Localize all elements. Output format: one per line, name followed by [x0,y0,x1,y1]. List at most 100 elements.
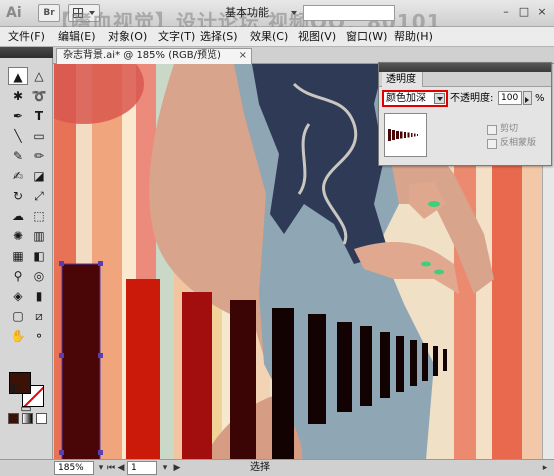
selection-handle [98,450,103,455]
toolbox: ▲ △ ✱ ➰ ✒ T ╲ ▭ ✎ ✏ ✍ ◪ ↻ ⤢ ☁ ⬚ ✺ ▥ ▦ ◧ … [0,47,53,460]
opacity-label: 不透明度: [450,93,494,104]
scale-tool-icon[interactable]: ⤢ [29,187,49,205]
menu-select[interactable]: 选择(S) [200,29,238,45]
title-bar: Ai Br 【嗜血视觉】设计论坛 视频QQ：80101 基本功能 – □ × [0,0,554,34]
restore-button[interactable]: □ [516,6,532,20]
workspace-switcher[interactable]: 基本功能 [225,4,297,22]
menu-edit[interactable]: 编辑(E) [58,29,96,45]
rectangle-tool-icon[interactable]: ▭ [29,127,49,145]
object-thumbnail[interactable] [384,113,427,157]
thumbnail-preview [388,129,418,141]
menu-view[interactable]: 视图(V) [298,29,336,45]
workspace-label: 基本功能 [225,6,269,19]
blend-mode-dropdown[interactable]: 颜色加深 [382,90,448,107]
bar-13 [433,346,438,376]
paintbrush-icon[interactable]: ✎ [8,147,28,165]
blend-mode-value: 颜色加深 [386,93,426,104]
column-graph-icon[interactable]: ▮ [29,287,49,305]
zoom-level-input[interactable]: 185% [54,461,94,475]
panel-header[interactable] [379,63,551,72]
mesh-tool-icon[interactable]: ▦ [8,247,28,265]
symbol-sprayer-icon[interactable]: ✺ [8,227,28,245]
warp-tool-icon[interactable]: ☁ [8,207,28,225]
toolbox-grip[interactable] [0,47,53,58]
pen-tool-icon[interactable]: ✒ [8,107,28,125]
bar-4 [230,300,256,460]
blob-brush-icon[interactable]: ✍ [8,167,28,185]
ai-logo: Ai [6,5,22,21]
menu-object[interactable]: 对象(O) [108,29,147,45]
hand-tool-icon[interactable]: ✋ [8,327,28,345]
eraser-icon[interactable]: ◪ [29,167,49,185]
minimize-button[interactable]: – [498,6,514,20]
tab-transparency[interactable]: 透明度 [382,72,423,87]
rotate-tool-icon[interactable]: ↻ [8,187,28,205]
opacity-input[interactable]: 100 [498,91,522,105]
zoom-dropdown-icon[interactable]: ▾ [96,462,106,474]
screen-mode-icon[interactable]: ▭ [16,399,36,417]
bar-10 [396,336,404,392]
opacity-slider-button[interactable] [523,91,532,105]
clip-label: 剪切 [500,124,519,134]
eyedropper-icon[interactable]: ⚲ [8,267,28,285]
invert-mask-checkbox[interactable] [487,139,497,149]
artboard-tool-icon[interactable]: ▢ [8,307,28,325]
direct-selection-tool-icon[interactable]: △ [29,67,49,85]
bar-7 [337,322,352,412]
first-page-icon[interactable]: ⏮ [106,462,116,474]
opacity-unit: % [535,93,545,104]
selection-handle [59,450,64,455]
graph-tool-icon[interactable]: ▥ [29,227,49,245]
page-dropdown-icon[interactable]: ▾ [160,462,170,474]
document-tab-title: 杂志背景.ai* @ 185% (RGB/预览) [63,50,221,61]
close-tab-icon[interactable]: × [239,49,247,63]
status-tool-text: 选择 [250,462,270,473]
free-transform-icon[interactable]: ⬚ [29,207,49,225]
bar-2 [126,279,160,460]
bar-14 [443,349,447,371]
status-bar: 185% ▾ ⏮ ◀ 1 ▾ ▶ 选择 ▸ [0,459,554,476]
pencil-icon[interactable]: ✏ [29,147,49,165]
clip-checkbox[interactable] [487,125,497,135]
panel-tab-strip: 透明度 [379,72,551,87]
illustrator-window: Ai Br 【嗜血视觉】设计论坛 视频QQ：80101 基本功能 – □ × 文… [0,0,554,476]
bar-6 [308,314,326,424]
none-mode-button[interactable] [36,413,47,424]
document-tab[interactable]: 杂志背景.ai* @ 185% (RGB/预览) × [56,48,252,64]
type-tool-icon[interactable]: T [29,107,49,125]
prev-page-icon[interactable]: ◀ [116,462,126,474]
menu-file[interactable]: 文件(F) [8,29,45,45]
draw-normal-icon[interactable]: ◐ [8,379,22,397]
status-menu-icon[interactable]: ▸ [540,462,550,474]
bar-12 [422,343,428,381]
selection-handle [98,353,103,358]
selection-handle [59,261,64,266]
chevron-down-icon[interactable] [434,93,445,104]
slice-tool-icon[interactable]: ⧄ [29,307,49,325]
live-paint-icon[interactable]: ◈ [8,287,28,305]
selection-handle [59,353,64,358]
gradient-tool-icon[interactable]: ◧ [29,247,49,265]
menu-effect[interactable]: 效果(C) [250,29,288,45]
next-page-icon[interactable]: ▶ [172,462,182,474]
bar-8 [360,326,372,406]
bar-11 [410,340,417,386]
bar-5 [272,308,294,460]
menu-help[interactable]: 帮助(H) [394,29,433,45]
page-number-input[interactable]: 1 [127,461,157,475]
chevron-down-icon [291,11,297,18]
magic-wand-icon[interactable]: ✱ [8,87,28,105]
close-button[interactable]: × [534,6,550,20]
bar-3 [182,292,212,460]
lasso-icon[interactable]: ➰ [29,87,49,105]
invert-mask-label: 反相蒙版 [500,138,537,148]
blend-tool-icon[interactable]: ◎ [29,267,49,285]
zoom-tool-icon[interactable]: ⚬ [29,327,49,345]
selection-tool-icon[interactable]: ▲ [8,67,28,85]
menu-type[interactable]: 文字(T) [158,29,195,45]
bar-1 [62,264,100,460]
menu-window[interactable]: 窗口(W) [346,29,387,45]
menu-bar: 文件(F) 编辑(E) 对象(O) 文字(T) 选择(S) 效果(C) 视图(V… [0,27,554,47]
search-input[interactable] [303,5,395,21]
line-tool-icon[interactable]: ╲ [8,127,28,145]
